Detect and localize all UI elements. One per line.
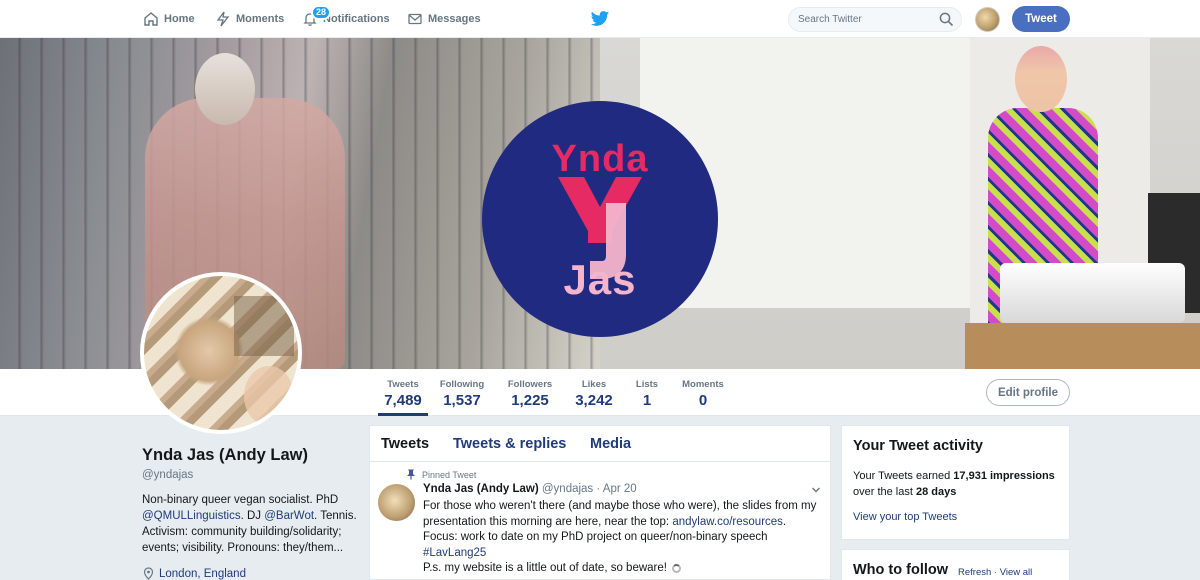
tab-tweets[interactable]: Tweets — [381, 436, 429, 452]
banner-person-right-head — [1015, 46, 1067, 112]
tweet-hashtag-link[interactable]: #LavLang25 — [423, 547, 486, 559]
edit-profile-button[interactable]: Edit profile — [986, 379, 1070, 406]
profile-bio: Non-binary queer vegan socialist. PhD @Q… — [142, 492, 367, 556]
tab-media[interactable]: Media — [590, 436, 631, 452]
stat-tweets-label: Tweets — [387, 379, 419, 390]
lightning-icon — [216, 11, 230, 27]
bio-mention-link[interactable]: @BarWot — [264, 510, 314, 522]
stat-moments-label: Moments — [682, 379, 724, 390]
tweet-activity-title: Your Tweet activity — [853, 438, 983, 454]
stat-likes-value: 3,242 — [575, 392, 613, 409]
tweet-link[interactable]: andylaw.co/resources — [672, 516, 783, 528]
view-all-link[interactable]: View all — [1000, 567, 1033, 578]
stat-moments-value: 0 — [698, 392, 708, 409]
tweet-author-name[interactable]: Ynda Jas (Andy Law) — [423, 483, 539, 495]
tab-tweets-and-replies[interactable]: Tweets & replies — [453, 436, 566, 452]
bird-logo-icon[interactable] — [590, 10, 610, 28]
stat-following-label: Following — [439, 379, 485, 390]
bio-text: Non-binary queer vegan socialist. PhD — [142, 494, 339, 506]
tweet-header: Ynda Jas (Andy Law) @yndajas · Apr 20 — [423, 483, 637, 495]
nav-home-label: Home — [164, 13, 195, 25]
tweet-text-footer: P.s. my website is a little out of date,… — [423, 562, 681, 574]
banner-logo-text-bottom: Jas — [563, 256, 637, 303]
tweet-text-part: P.s. my website is a little out of date,… — [423, 562, 667, 574]
avatar-photo-part — [234, 296, 294, 356]
stat-followers-label: Followers — [507, 379, 553, 390]
tweet-author-handle[interactable]: @yndajas — [542, 483, 593, 495]
location-pin-icon — [143, 567, 154, 580]
activity-text-part: over the last — [853, 486, 916, 498]
stat-followers[interactable]: Followers 1,225 — [505, 369, 555, 416]
who-to-follow-actions: Refresh · View all — [958, 567, 1032, 578]
stat-moments[interactable]: Moments 0 — [678, 369, 728, 416]
who-to-follow-title: Who to follow — [853, 562, 949, 578]
timeline-tabs: Tweets Tweets & replies Media — [370, 426, 830, 462]
nav-moments[interactable]: Moments — [215, 0, 284, 38]
nav-notifications-label: Notifications — [323, 13, 390, 25]
stat-lists-value: 1 — [642, 392, 652, 409]
profile-avatar[interactable] — [140, 272, 302, 434]
impressions-count: 17,931 impressions — [953, 470, 1055, 482]
nav-messages[interactable]: Messages — [407, 0, 481, 38]
stat-likes-label: Likes — [581, 379, 607, 390]
banner-table — [965, 323, 1200, 369]
profile-name[interactable]: Ynda Jas (Andy Law) — [142, 446, 308, 465]
compose-tweet-button[interactable]: Tweet — [1012, 6, 1070, 32]
pinned-tweet-label: Pinned Tweet — [406, 469, 476, 480]
refresh-link[interactable]: Refresh — [958, 567, 991, 578]
stat-lists[interactable]: Lists 1 — [632, 369, 662, 416]
loading-spinner-icon — [671, 563, 681, 573]
tweet-text: For those who weren't there (and maybe t… — [423, 499, 818, 561]
top-navigation: Home Moments 28 Notifications Messages T… — [0, 0, 1200, 38]
stat-tweets-value: 7,489 — [384, 392, 422, 409]
separator: · — [993, 567, 998, 578]
chevron-down-icon[interactable] — [811, 485, 821, 495]
search-input[interactable] — [788, 7, 962, 32]
notification-count-badge: 28 — [311, 5, 332, 20]
bio-mention-link[interactable]: @QMULLinguistics — [142, 510, 241, 522]
view-top-tweets-link[interactable]: View your top Tweets — [853, 511, 957, 523]
nav-home[interactable]: Home — [143, 0, 195, 38]
activity-period: 28 days — [915, 486, 957, 498]
tweet-activity-summary: Your Tweets earned 17,931 impressions ov… — [853, 468, 1068, 500]
search-icon[interactable] — [939, 12, 954, 27]
nav-notifications[interactable]: 28 Notifications — [302, 0, 390, 38]
tweet-date[interactable]: · Apr 20 — [596, 483, 636, 495]
stat-following-value: 1,537 — [443, 392, 481, 409]
who-to-follow-card: Who to follow Refresh · View all — [841, 549, 1070, 580]
nav-messages-label: Messages — [428, 13, 481, 25]
banner-projector — [1000, 263, 1185, 323]
stat-lists-label: Lists — [635, 379, 659, 390]
timeline-panel: Tweets Tweets & replies Media Pinned Twe… — [369, 425, 831, 580]
profile-handle[interactable]: @yndajas — [142, 469, 193, 481]
stat-likes[interactable]: Likes 3,242 — [572, 369, 616, 416]
banner-logo: Ynda Jas — [482, 101, 718, 337]
pin-icon — [407, 469, 415, 480]
stat-followers-value: 1,225 — [511, 392, 549, 409]
stat-tweets[interactable]: Tweets 7,489 — [378, 369, 428, 416]
banner-logo-text-top: Ynda — [551, 138, 649, 180]
account-avatar[interactable] — [975, 7, 1000, 32]
profile-location-link[interactable]: London, England — [159, 568, 246, 580]
pinned-tweet-text: Pinned Tweet — [422, 469, 477, 480]
bio-text: . DJ — [240, 510, 265, 522]
tweet-author-avatar[interactable] — [378, 484, 415, 521]
profile-location: London, England — [142, 567, 246, 580]
avatar-photo-part — [244, 366, 294, 426]
nav-moments-label: Moments — [236, 13, 285, 25]
stat-following[interactable]: Following 1,537 — [437, 369, 487, 416]
activity-text-part: Your Tweets earned — [853, 470, 954, 482]
home-icon — [144, 12, 158, 26]
tweet-activity-card: Your Tweet activity Your Tweets earned 1… — [841, 425, 1070, 540]
envelope-icon — [408, 13, 422, 25]
banner-person-left-head — [195, 53, 255, 125]
